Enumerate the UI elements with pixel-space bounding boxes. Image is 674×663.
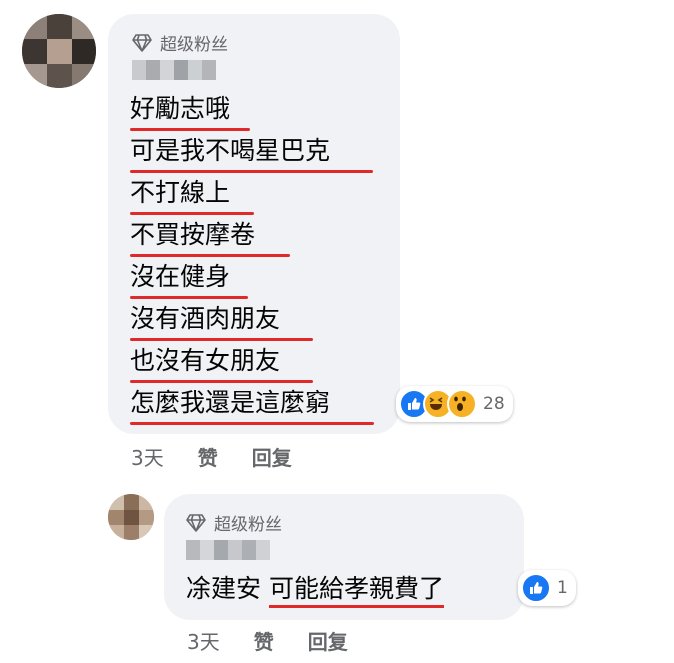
mention-name[interactable]: 凃建安 — [186, 574, 269, 603]
timestamp[interactable]: 3天 — [131, 442, 164, 471]
commenter-name[interactable] — [132, 60, 216, 80]
diamond-icon — [186, 513, 206, 532]
reply-avatar[interactable] — [108, 494, 154, 540]
like-icon — [521, 573, 551, 603]
reaction-summary[interactable]: 28 — [396, 386, 513, 422]
underline — [130, 212, 254, 215]
reply-button[interactable]: 回复 — [308, 626, 348, 655]
badge-label: 超级粉丝 — [214, 515, 282, 535]
comment-bubble: 超级粉丝 好勵志哦 可是我不喝星巴克 不打線上 不買按摩卷 沒在健身 沒有酒肉朋… — [108, 14, 400, 434]
reply-reaction-summary[interactable]: 1 — [518, 570, 576, 606]
timestamp[interactable]: 3天 — [187, 626, 220, 655]
comment-text: 好勵志哦 可是我不喝星巴克 不打線上 不買按摩卷 沒在健身 沒有酒肉朋友 也沒有… — [130, 92, 395, 432]
comment-line: 不買按摩卷 — [130, 220, 256, 249]
reply-bubble: 超级粉丝 凃建安 可能給孝親費了 — [164, 494, 524, 620]
comment-actions: 3天 赞 回复 — [131, 442, 326, 471]
replier-name[interactable] — [186, 540, 270, 560]
underline — [130, 296, 248, 299]
comment-line: 不打線上 — [130, 178, 231, 207]
underline — [130, 170, 373, 173]
comment-line: 可是我不喝星巴克 — [130, 136, 331, 165]
underline — [130, 128, 250, 131]
comment-line: 沒在健身 — [130, 262, 231, 291]
wow-icon — [447, 389, 477, 419]
reaction-count: 28 — [483, 394, 505, 414]
top-fan-badge: 超级粉丝 — [132, 30, 228, 55]
like-button[interactable]: 赞 — [198, 442, 218, 471]
underline — [130, 254, 290, 257]
reply-actions: 3天 赞 回复 — [187, 626, 382, 655]
avatar[interactable] — [22, 14, 96, 88]
diamond-icon — [132, 33, 152, 52]
underline — [130, 380, 313, 383]
underline — [130, 338, 313, 341]
comment-line: 沒有酒肉朋友 — [130, 304, 281, 333]
comment-line: 怎麼我還是這麼窮 — [130, 388, 331, 417]
reaction-count: 1 — [557, 578, 568, 598]
reply-button[interactable]: 回复 — [252, 442, 292, 471]
like-button[interactable]: 赞 — [254, 626, 274, 655]
comment-line: 也沒有女朋友 — [130, 346, 281, 375]
top-fan-badge: 超级粉丝 — [186, 510, 282, 535]
comment-line: 好勵志哦 — [130, 94, 231, 123]
reply-text: 凃建安 可能給孝親費了 — [186, 572, 444, 608]
badge-label: 超级粉丝 — [160, 35, 228, 55]
reply-text-underlined: 可能給孝親費了 — [268, 574, 444, 608]
underline — [130, 422, 374, 425]
